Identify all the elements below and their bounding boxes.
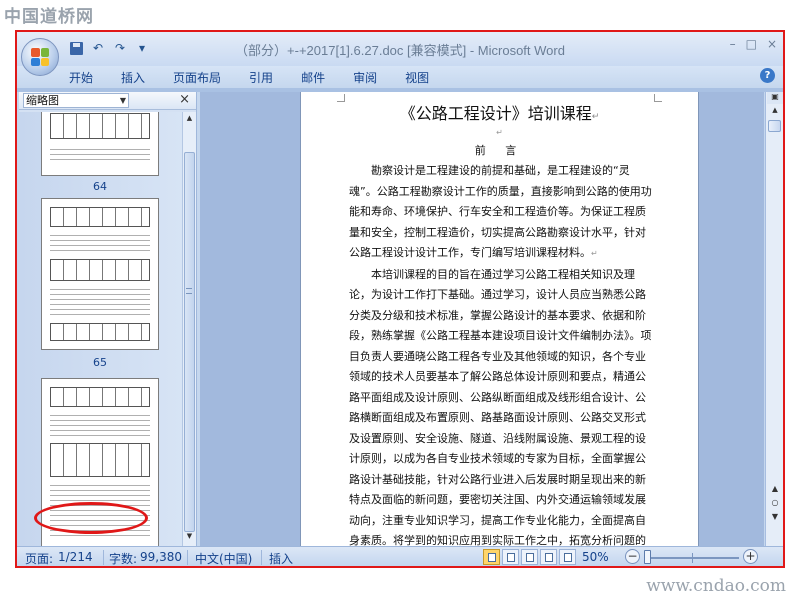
status-bar: 页面: 1/214 字数: 99,380 中文(中国) 插入 50% − + [17, 546, 783, 566]
zoom-in-button[interactable]: + [743, 549, 758, 564]
page-count-label[interactable]: 页面: [25, 550, 53, 566]
outline-icon [545, 553, 553, 562]
nav-mode-select[interactable]: 缩略图 ▼ [23, 93, 129, 108]
page-count-value[interactable]: 1/214 [58, 550, 93, 564]
thumbnail-table [50, 387, 150, 407]
status-separator [103, 550, 104, 565]
thumbnail-list: 64 65 [19, 112, 183, 546]
scrollbar-thumb[interactable] [768, 120, 781, 132]
thumbnail-text-lines [50, 231, 150, 253]
thumbnail-text-lines [50, 285, 150, 317]
print-layout-icon [488, 553, 496, 562]
watermark-bottom: www.cndao.com [646, 576, 786, 596]
thumbnail-table [50, 207, 150, 227]
thumbnail-table [50, 113, 150, 139]
browse-object-controls: ▲ ○ ▼ [768, 482, 782, 524]
document-subtitle: 前 言 [474, 144, 525, 157]
scroll-up-arrow-icon[interactable]: ▲ [184, 114, 195, 126]
tab-mailings[interactable]: 邮件 [301, 66, 325, 88]
thumbnail-table [50, 443, 150, 477]
zoom-out-button[interactable]: − [625, 549, 640, 564]
tab-home[interactable]: 开始 [69, 66, 93, 88]
draft-view-button[interactable] [559, 549, 576, 565]
document-title-text: 《公路工程设计》培训课程 [399, 104, 592, 123]
status-separator [187, 550, 188, 565]
body-paragraph: 勘察设计是工程建设的前提和基础，是工程建设的“灵魂”。公路工程勘察设计工作的质量… [349, 161, 655, 265]
thumbnail-scrollbar[interactable]: ▲ ▼ [182, 112, 196, 546]
close-button[interactable]: × [767, 37, 777, 51]
full-screen-reading-view-button[interactable] [502, 549, 519, 565]
next-page-icon[interactable]: ▼ [768, 510, 782, 524]
window-title: （部分）+-+2017[1].6.27.doc [兼容模式] - Microso… [235, 43, 565, 58]
thumbnail-pane: 缩略图 ▼ × 64 65 ▲ ▼ [19, 92, 197, 546]
annotation-highlight-ellipse [34, 502, 148, 534]
zoom-level[interactable]: 50% [582, 550, 609, 564]
tab-page-layout[interactable]: 页面布局 [173, 66, 221, 88]
scroll-grip-icon [186, 288, 192, 294]
minimize-button[interactable]: – [730, 37, 736, 51]
tab-view[interactable]: 视图 [405, 66, 429, 88]
office-logo-icon [31, 48, 49, 66]
scroll-down-arrow-icon[interactable]: ▼ [184, 532, 195, 544]
title-bar: ↶ ↷ ▾ （部分）+-+2017[1].6.27.doc [兼容模式] - M… [17, 32, 783, 66]
word-window: ↶ ↷ ▾ （部分）+-+2017[1].6.27.doc [兼容模式] - M… [15, 30, 785, 568]
page-thumbnail[interactable] [41, 198, 159, 350]
document-area: 《公路工程设计》培训课程↵ ↵ 前 言 勘察设计是工程建设的前提和基础，是工程建… [200, 92, 764, 546]
web-layout-view-button[interactable] [521, 549, 538, 565]
word-count-label[interactable]: 字数: [109, 550, 137, 566]
previous-page-icon[interactable]: ▲ [768, 482, 782, 496]
zoom-slider-center-mark [692, 553, 693, 563]
document-page[interactable]: 《公路工程设计》培训课程↵ ↵ 前 言 勘察设计是工程建设的前提和基础，是工程建… [300, 92, 699, 546]
zoom-slider-thumb[interactable] [643, 550, 651, 564]
watermark-top: 中国道桥网 [4, 7, 94, 27]
thumbnail-table [50, 323, 150, 341]
help-icon[interactable]: ? [760, 68, 775, 83]
tab-insert[interactable]: 插入 [121, 66, 145, 88]
thumbnail-table [50, 259, 150, 281]
web-layout-icon [526, 553, 534, 562]
office-button[interactable] [21, 38, 59, 76]
vertical-scrollbar[interactable]: ▣ ▲ ▲ ○ ▼ [765, 92, 783, 546]
document-body: 勘察设计是工程建设的前提和基础，是工程建设的“灵魂”。公路工程勘察设计工作的质量… [349, 161, 655, 546]
outline-view-button[interactable] [540, 549, 557, 565]
draft-icon [564, 553, 572, 562]
view-buttons [483, 549, 576, 565]
scroll-up-arrow-icon[interactable]: ▲ [767, 106, 783, 118]
select-browse-object-icon[interactable]: ○ [768, 496, 782, 510]
paragraph-mark-icon: ↵ [591, 249, 598, 258]
body-paragraph: 本培训课程的目的旨在通过学习公路工程相关知识及理论，为设计工作打下基础。通过学习… [349, 265, 655, 547]
nav-mode-label: 缩略图 [26, 94, 59, 107]
tab-review[interactable]: 审阅 [353, 66, 377, 88]
word-count-value[interactable]: 99,380 [140, 550, 182, 564]
page-thumbnail[interactable] [41, 112, 159, 176]
scrollbar-thumb[interactable] [184, 152, 195, 532]
thumbnail-text-lines [50, 145, 150, 161]
print-layout-view-button[interactable] [483, 549, 500, 565]
reading-view-icon [507, 553, 515, 562]
insert-mode-indicator[interactable]: 插入 [269, 550, 293, 566]
chevron-down-icon: ▼ [119, 96, 126, 105]
status-separator [261, 550, 262, 565]
maximize-button[interactable]: □ [746, 37, 757, 51]
paragraph-mark-icon: ↵ [591, 112, 600, 122]
paragraph-mark-icon: ↵ [496, 128, 503, 137]
thumbnail-text-lines [50, 411, 150, 437]
document-title: 《公路工程设计》培训课程↵ [301, 100, 698, 124]
ruler-toggle-icon[interactable]: ▣ [767, 92, 783, 104]
window-controls: – □ × [730, 37, 777, 51]
language-indicator[interactable]: 中文(中国) [195, 550, 252, 566]
ribbon-tabs: 开始 插入 页面布局 引用 邮件 审阅 视图 [17, 66, 783, 88]
tab-references[interactable]: 引用 [249, 66, 273, 88]
thumbnail-pane-header: 缩略图 ▼ × [19, 92, 196, 110]
thumbnail-label: 65 [93, 356, 107, 369]
body-paragraph-text: 本培训课程的目的旨在通过学习公路工程相关知识及理论，为设计工作打下基础。通过学习… [349, 267, 652, 547]
thumbnail-label: 64 [93, 180, 107, 193]
body-paragraph-text: 勘察设计是工程建设的前提和基础，是工程建设的“灵魂”。公路工程勘察设计工作的质量… [349, 164, 652, 259]
close-pane-button[interactable]: × [179, 92, 190, 107]
